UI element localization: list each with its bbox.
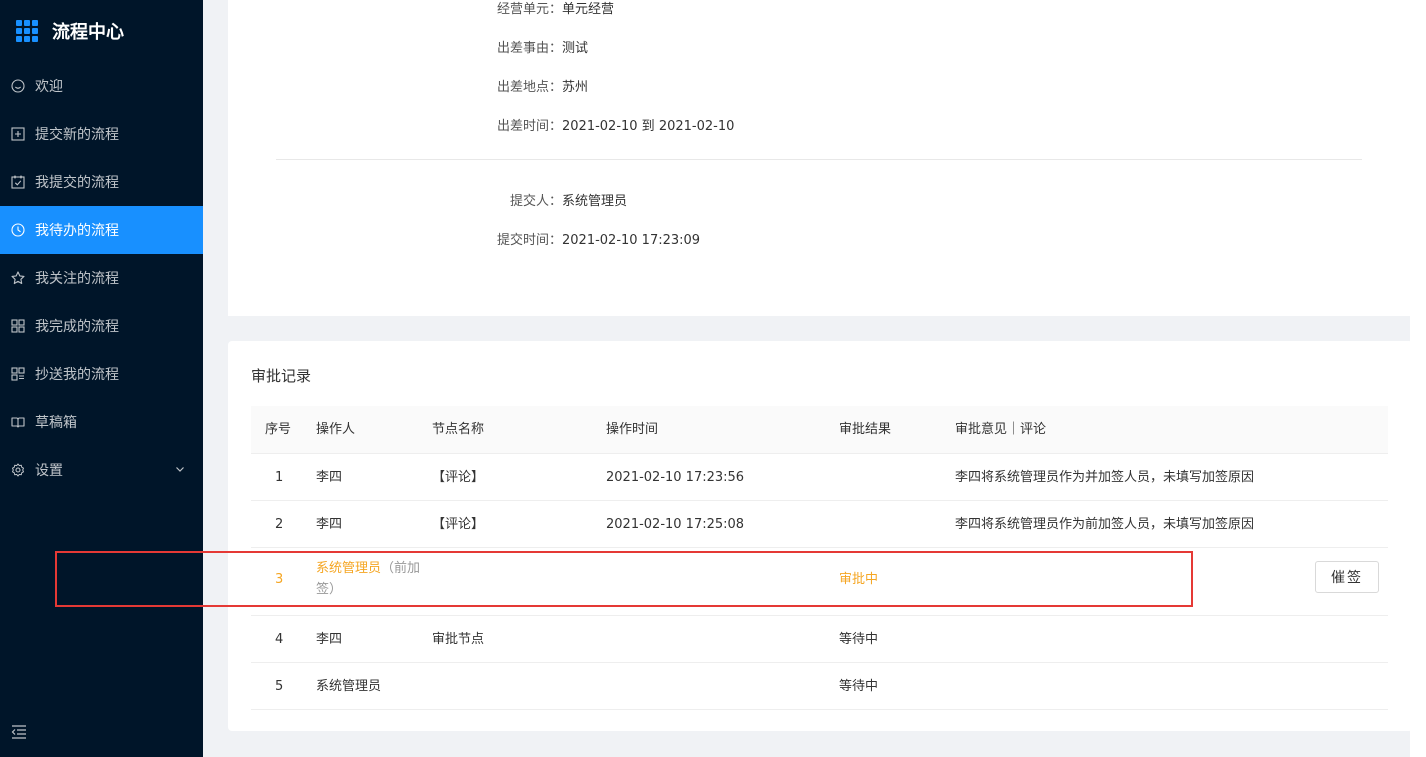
sidebar-item-label: 我关注的流程 [35,271,119,287]
remind-sign-button[interactable]: 催签 [1315,561,1379,593]
app-logo[interactable]: 流程中心 [0,0,203,62]
section-title: 审批记录 [251,367,312,385]
process-detail-card: 经营单元： 单元经营 出差事由： 测试 出差地点： 苏州 出差时间： 2021-… [228,0,1413,316]
star-icon [11,271,25,285]
sidebar-item-drafts[interactable]: 草稿箱 [0,398,203,446]
header-time: 操作时间 [606,422,659,437]
menu-fold-icon[interactable] [11,725,27,739]
table-row-current: 3 系统管理员（前加签） 审批中 催签 [251,548,1388,616]
header-idx: 序号 [265,422,292,437]
sidebar-item-welcome[interactable]: 欢迎 [0,62,203,110]
table-row: 1 李四 【评论】 2021-02-10 17:23:56 李四将系统管理员作为… [251,454,1388,501]
smile-icon [11,79,25,93]
app-title: 流程中心 [52,22,124,43]
sidebar-item-settings[interactable]: 设置 [0,446,203,494]
field-trip-place: 出差地点： 苏州 [496,80,589,95]
table-row: 5 系统管理员 等待中 [251,663,1388,710]
copy-icon [11,367,25,381]
sidebar-item-cc-me[interactable]: 抄送我的流程 [0,350,203,398]
table-header: 序号 操作人 节点名称 操作时间 审批结果 审批意见｜评论 [251,406,1388,454]
sidebar-item-label: 我提交的流程 [35,175,119,191]
gear-icon [11,463,25,477]
clock-icon [11,223,25,237]
sidebar-item-submit-new[interactable]: 提交新的流程 [0,110,203,158]
chevron-down-icon [176,467,184,472]
main-content: 经营单元： 单元经营 出差事由： 测试 出差地点： 苏州 出差时间： 2021-… [203,0,1426,757]
sidebar-item-label: 设置 [35,463,63,479]
book-icon [11,415,25,429]
appstore-icon [11,319,25,333]
sidebar-item-label: 我待办的流程 [35,223,119,239]
header-operator: 操作人 [316,422,356,437]
grid-logo-icon [16,20,38,42]
header-result: 审批结果 [839,422,892,437]
plus-square-icon [11,127,25,141]
sidebar-item-my-submitted[interactable]: 我提交的流程 [0,158,203,206]
field-trip-time: 出差时间： 2021-02-10 到 2021-02-10 [496,119,735,134]
sidebar-item-label: 欢迎 [35,79,63,95]
operator-name: 系统管理员 [316,561,382,576]
table-row: 4 李四 审批节点 等待中 [251,616,1388,663]
header-comment: 审批意见｜评论 [955,422,1047,437]
sidebar-item-my-followed[interactable]: 我关注的流程 [0,254,203,302]
sidebar-item-label: 抄送我的流程 [35,367,119,383]
header-node: 节点名称 [432,422,485,437]
check-square-icon [11,175,25,189]
table-row: 2 李四 【评论】 2021-02-10 17:25:08 李四将系统管理员作为… [251,501,1388,548]
approval-table: 序号 操作人 节点名称 操作时间 审批结果 审批意见｜评论 1 李四 【评论】 … [251,406,1388,710]
sidebar-item-my-completed[interactable]: 我完成的流程 [0,302,203,350]
field-submitter: 提交人： 系统管理员 [509,194,628,209]
status-badge: 审批中 [839,572,879,587]
sidebar: 流程中心 欢迎 提交新的流程 我提交的流程 我待办的流程 我关注的流程 我完成的… [0,0,203,757]
sidebar-item-label: 草稿箱 [35,415,77,431]
field-business-unit: 经营单元： 单元经营 [496,2,615,17]
field-trip-reason: 出差事由： 测试 [496,41,589,56]
sidebar-item-my-todo[interactable]: 我待办的流程 [0,206,203,254]
approval-records-card: 审批记录 序号 操作人 节点名称 操作时间 审批结果 审批意见｜评论 1 李四 … [228,341,1413,731]
sidebar-item-label: 我完成的流程 [35,319,119,335]
sidebar-menu: 欢迎 提交新的流程 我提交的流程 我待办的流程 我关注的流程 我完成的流程 抄送… [0,62,203,494]
divider [276,159,1362,160]
scrollbar-track[interactable] [1410,0,1426,757]
sidebar-item-label: 提交新的流程 [35,127,119,143]
field-submit-time: 提交时间： 2021-02-10 17:23:09 [496,233,701,248]
